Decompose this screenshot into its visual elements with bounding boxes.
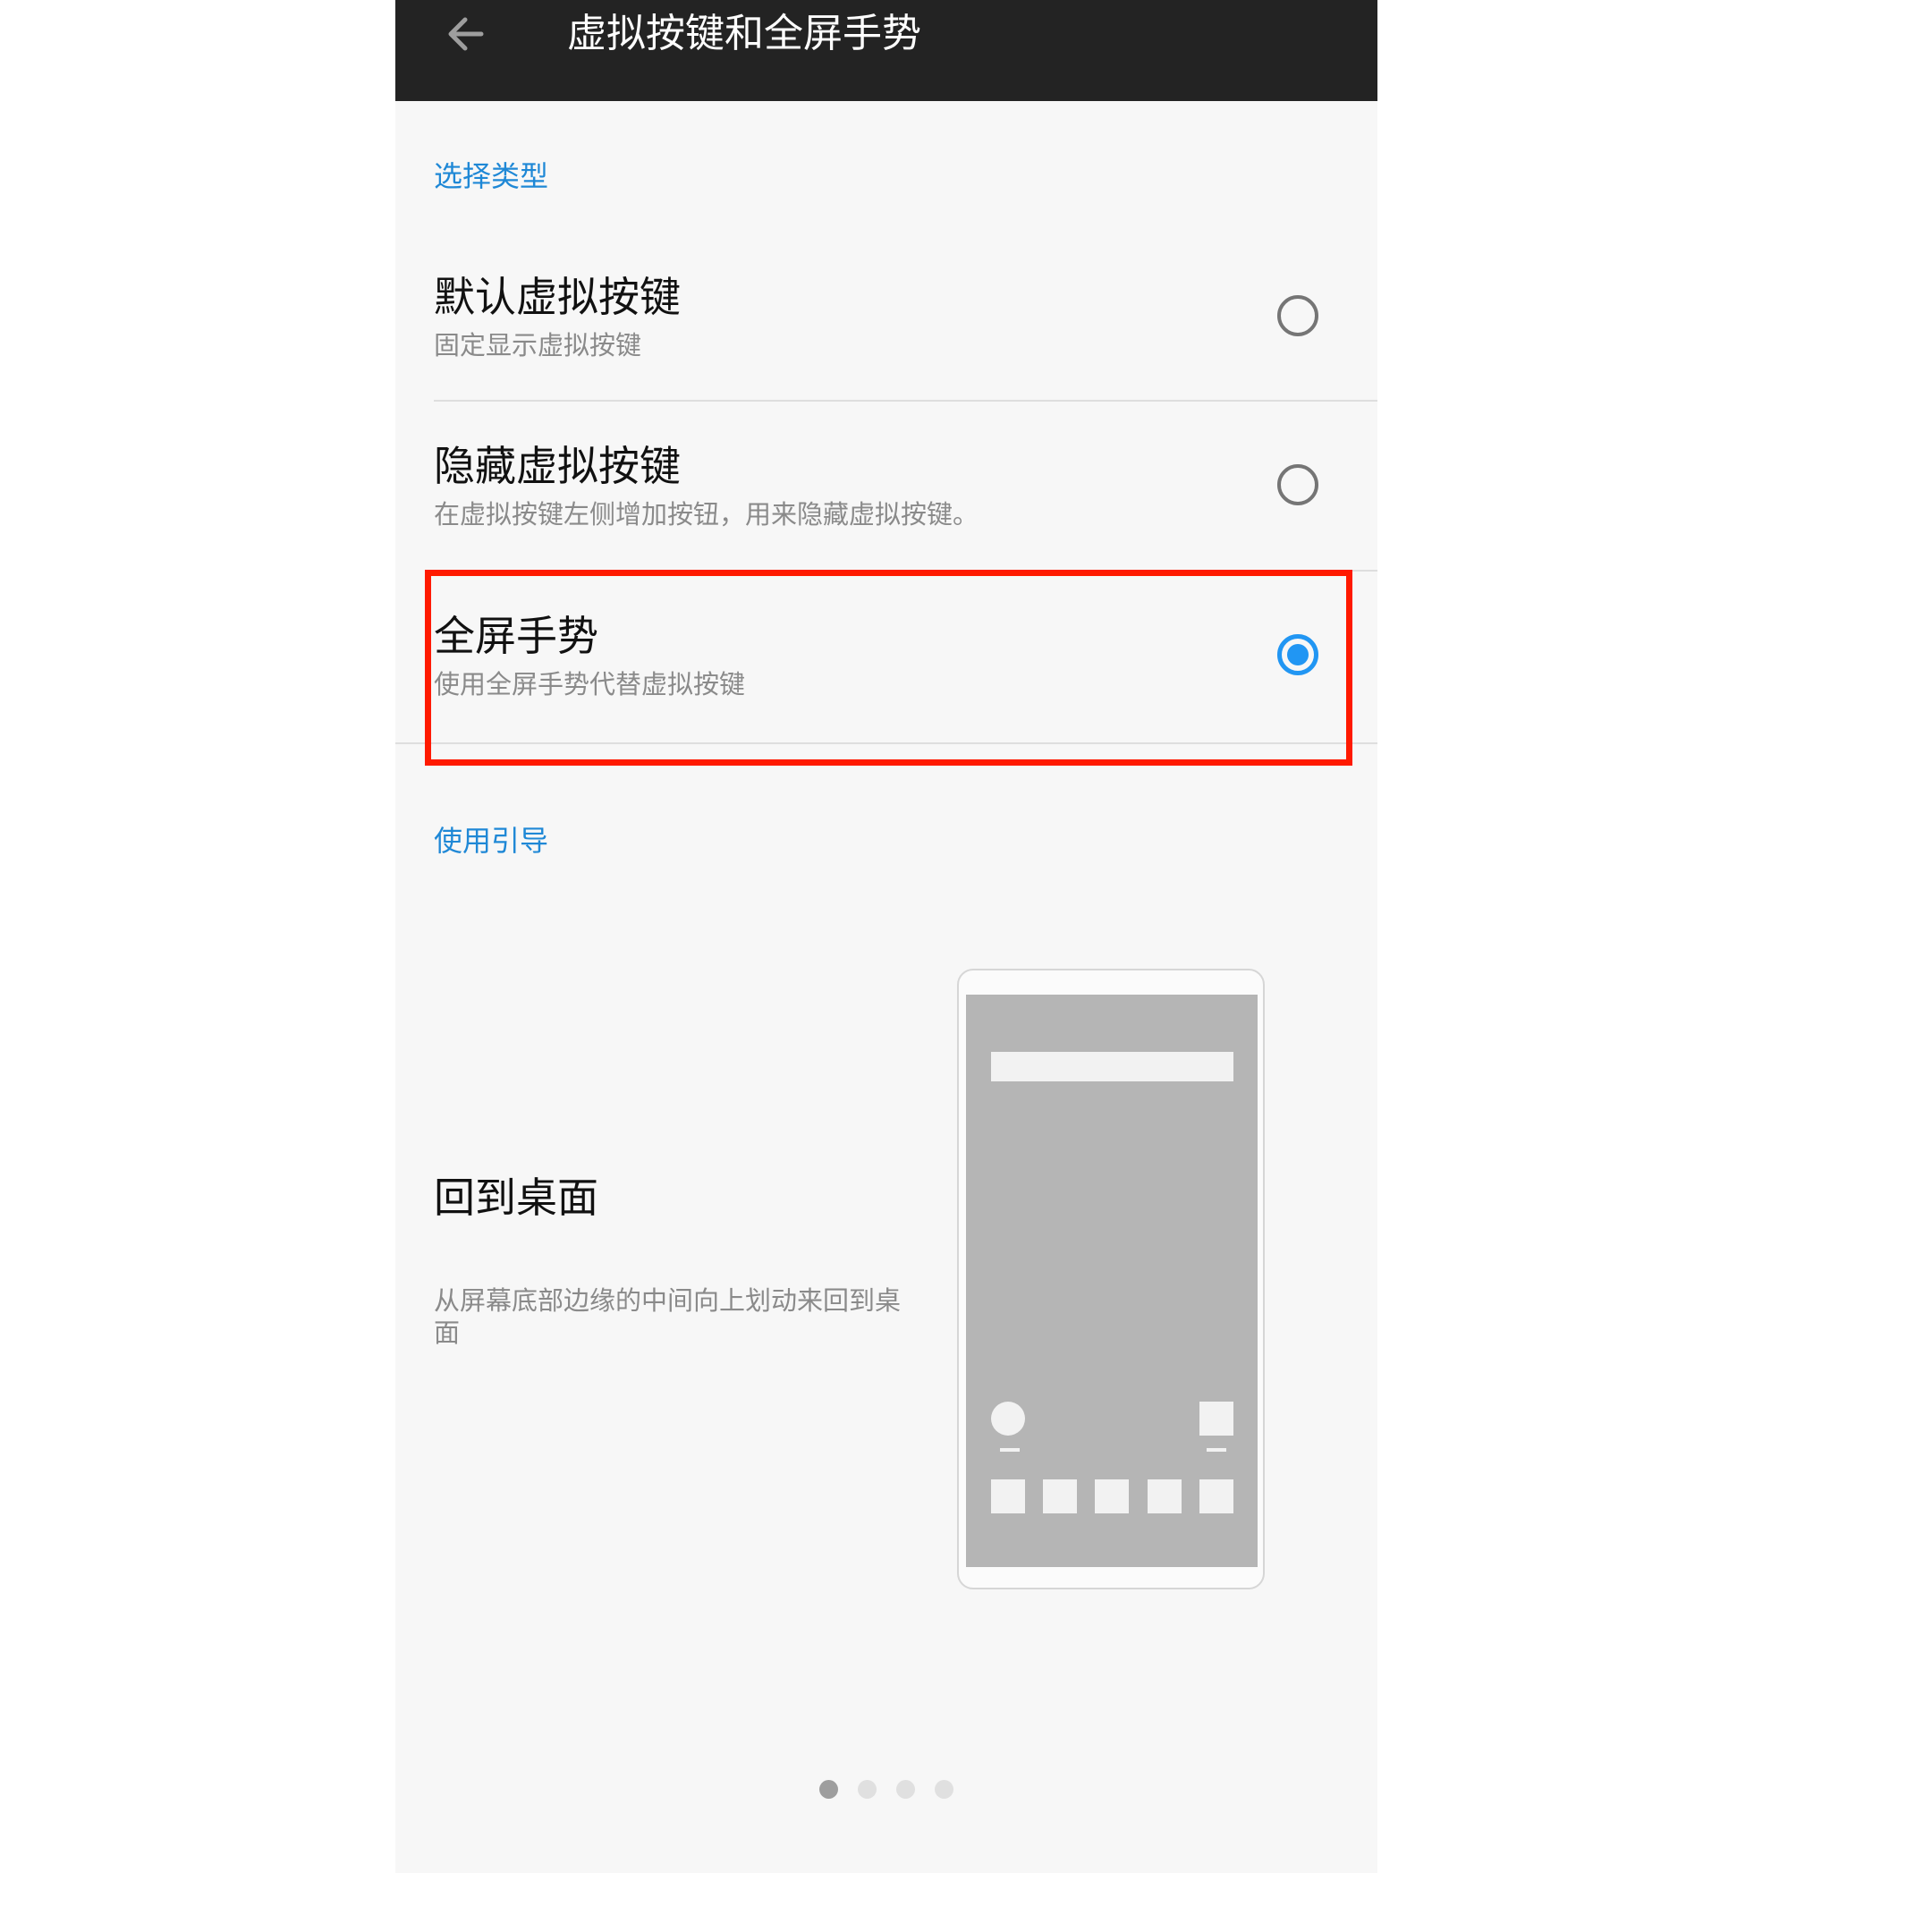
page-dot[interactable] [896,1780,915,1799]
guide-slide-description: 从屏幕底部边缘的中间向上划动来回到桌面 [434,1285,902,1348]
page-dot-active[interactable] [819,1780,838,1799]
app-bar: 虚拟按键和全屏手势 [395,0,1377,101]
radio-hide-virtual-keys[interactable] [1277,464,1318,505]
illustration-label [1000,1448,1020,1452]
illustration-dock-icon [1148,1479,1182,1513]
option-subtitle: 在虚拟按键左侧增加按钮，用来隐藏虚拟按键。 [434,499,979,530]
illustration-square-app-icon [1199,1402,1233,1436]
option-title: 隐藏虚拟按键 [434,442,681,490]
divider [434,400,1377,402]
illustration-round-app-icon [991,1402,1025,1436]
page-dot[interactable] [858,1780,877,1799]
illustration-screen [966,995,1258,1567]
arrow-left-icon[interactable] [438,9,496,59]
illustration-label [1207,1448,1226,1452]
option-subtitle: 固定显示虚拟按键 [434,330,642,360]
phone-illustration [957,969,1265,1589]
illustration-dock-icon [1043,1479,1077,1513]
illustration-search-bar [991,1052,1233,1081]
illustration-dock-icon [991,1479,1025,1513]
guide-slide-title: 回到桌面 [434,1174,598,1222]
radio-default-virtual-keys[interactable] [1277,295,1318,336]
section-label-usage-guide: 使用引导 [434,824,549,858]
phone-screen: 虚拟按键和全屏手势 选择类型 默认虚拟按键 固定显示虚拟按键 隐藏虚拟按键 在虚… [395,0,1377,1873]
illustration-dock-icon [1199,1479,1233,1513]
page-dot[interactable] [935,1780,953,1799]
section-label-select-type: 选择类型 [434,159,549,193]
option-title: 默认虚拟按键 [434,273,681,321]
page-title: 虚拟按键和全屏手势 [567,11,921,56]
illustration-dock-icon [1095,1479,1129,1513]
highlight-box [425,570,1352,766]
